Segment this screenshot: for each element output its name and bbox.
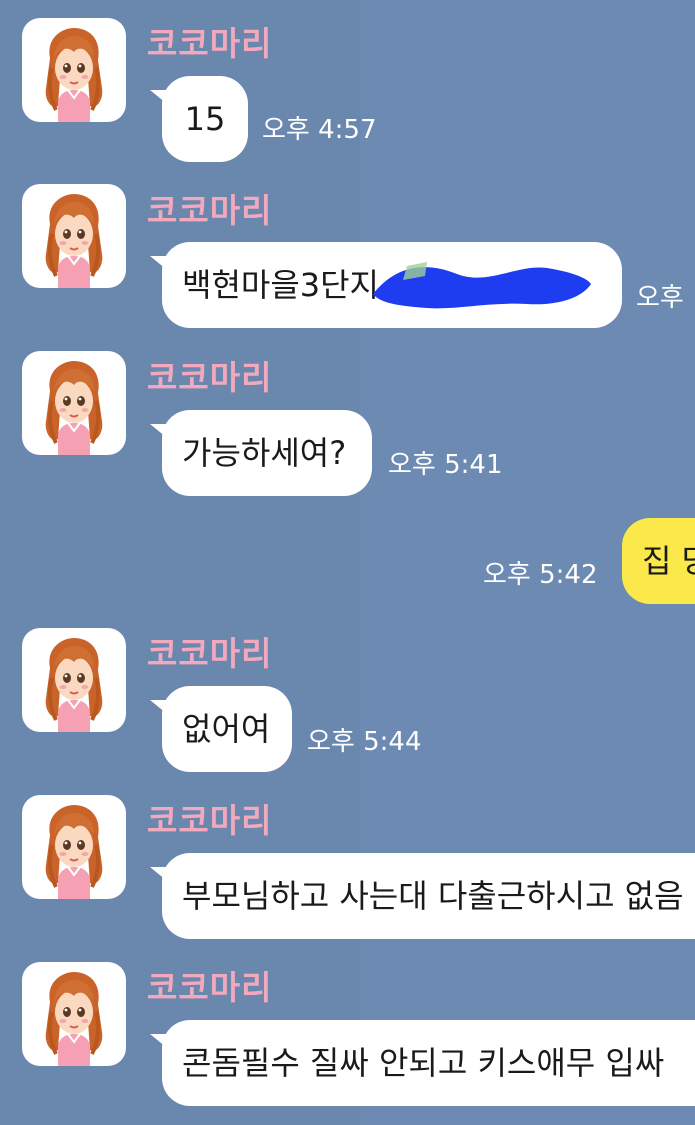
avatar[interactable] [22, 351, 126, 455]
message-time: 오후 5:41 [388, 450, 503, 480]
message-bubble[interactable]: 부모님하고 사는대 다출근하시고 없음 [162, 853, 695, 939]
message-time: 오후 5:42 [483, 560, 598, 590]
avatar[interactable] [22, 795, 126, 899]
sender-name: 코코마리 [147, 191, 273, 230]
message-bubble[interactable]: 15 [162, 76, 248, 162]
avatar[interactable] [22, 184, 126, 288]
message-bubble[interactable]: 가능하세여? [162, 410, 372, 496]
avatar[interactable] [22, 18, 126, 122]
avatar[interactable] [22, 628, 126, 732]
sender-name: 코코마리 [147, 801, 273, 840]
message-time: 오후 4:57 [262, 115, 377, 145]
message-bubble[interactable]: 백현마을3단지 호 [162, 242, 622, 328]
message-text: 백현마을3단지 [182, 266, 379, 304]
chat-background-left [0, 0, 360, 1125]
message-time: 오후 [636, 283, 684, 313]
message-bubble[interactable]: 콘돔필수 질싸 안되고 키스애무 입싸 [162, 1020, 695, 1106]
message-bubble-outgoing[interactable]: 집 당 [622, 518, 695, 604]
message-time: 오후 5:44 [307, 727, 422, 757]
chat-area[interactable]: 코코마리 15 오후 4:57 코코마리 백현마을3단지 호 오후 코코마리 가… [0, 0, 695, 1125]
sender-name: 코코마리 [147, 968, 273, 1007]
sender-name: 코코마리 [147, 358, 273, 397]
message-bubble[interactable]: 없어여 [162, 686, 292, 772]
avatar[interactable] [22, 962, 126, 1066]
redaction-scribble [373, 262, 591, 309]
sender-name: 코코마리 [147, 24, 273, 63]
sender-name: 코코마리 [147, 634, 273, 673]
